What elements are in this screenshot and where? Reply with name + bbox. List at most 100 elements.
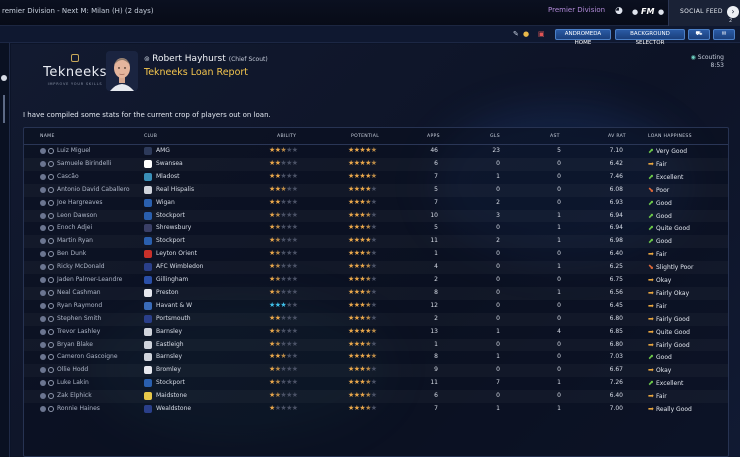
player-name[interactable]: Stephen Smith	[57, 315, 101, 322]
info-icon[interactable]	[48, 354, 54, 361]
table-row[interactable]: Ricky McDonald AFC Wimbledon ★★★★★ ★★★★★ 4 0 1…	[24, 261, 728, 274]
info-icon[interactable]	[48, 302, 54, 309]
col-ast[interactable]: AST	[550, 134, 560, 139]
info-icon[interactable]	[48, 173, 54, 180]
info-icon[interactable]	[48, 186, 54, 193]
info-icon[interactable]	[48, 406, 54, 412]
club-name[interactable]: Barnsley	[156, 328, 182, 335]
club-name[interactable]: Stockport	[156, 237, 185, 244]
info-icon[interactable]	[48, 393, 54, 400]
table-row[interactable]: Ryan Raymond Havant & W ★★★★★ ★★★★★ 12 0 0 6.45…	[24, 300, 728, 313]
club-name[interactable]: Mladost	[156, 173, 179, 180]
player-name[interactable]: Ben Dunk	[57, 250, 86, 257]
info-icon[interactable]: ⊚	[144, 55, 152, 63]
col-avrat[interactable]: AV RAT	[608, 134, 626, 139]
club-name[interactable]: Real Hispalis	[156, 186, 194, 193]
table-row[interactable]: Jaden Palmer-Leandre Gillingham ★★★★★ ★★★★★…	[24, 274, 728, 287]
club-name[interactable]: Leyton Orient	[156, 250, 197, 257]
club-name[interactable]: Stockport	[156, 212, 185, 219]
club-name[interactable]: Barnsley	[156, 353, 182, 360]
club-name[interactable]: AFC Wimbledon	[156, 263, 203, 270]
table-row[interactable]: Samuele Birindelli Swansea ★★★★★ ★★★★★ 6 0 0 6.…	[24, 158, 728, 171]
col-gls[interactable]: GLS	[490, 134, 500, 139]
player-name[interactable]: Jaden Palmer-Leandre	[57, 276, 122, 283]
table-row[interactable]: Ronnie Haines Wealdstone ★★★★★ ★★★★★ 7 1 1 7.00…	[24, 403, 728, 416]
info-icon[interactable]	[48, 251, 54, 258]
club-name[interactable]: Preston	[156, 289, 179, 296]
staff-name[interactable]: ⊚ Robert Hayhurst (Chief Scout)	[144, 54, 268, 64]
col-ability[interactable]: ABILITY	[277, 134, 296, 139]
info-icon[interactable]	[48, 380, 54, 387]
info-icon[interactable]	[48, 148, 54, 154]
club-name[interactable]: Swansea	[156, 160, 183, 167]
table-row[interactable]: Leon Dawson Stockport ★★★★★ ★★★★★ 10 3 1 6.94 ⬈ G…	[24, 210, 728, 223]
club-name[interactable]: Stockport	[156, 379, 185, 386]
player-name[interactable]: Martin Ryan	[57, 237, 93, 244]
club-name[interactable]: AMG	[156, 147, 170, 154]
alert-icon[interactable]: ●	[523, 30, 529, 38]
player-name[interactable]: Trevor Lashley	[57, 328, 100, 335]
player-name[interactable]: Antonio David Caballero	[57, 186, 130, 193]
table-row[interactable]: Bryan Blake Eastleigh ★★★★★ ★★★★★ 1 0 0 6.80 ➡ Fa…	[24, 339, 728, 352]
info-icon[interactable]	[48, 225, 54, 232]
sidebar-toggle-icon[interactable]	[1, 75, 7, 81]
social-feed-button[interactable]: SOCIAL FEED › 2	[668, 0, 740, 26]
player-name[interactable]: Luiz Miguel	[57, 147, 91, 154]
player-name[interactable]: Ollie Hodd	[57, 366, 88, 373]
club-name[interactable]: Wealdstone	[156, 405, 191, 412]
avatar[interactable]	[106, 51, 138, 91]
scrollbar[interactable]	[3, 95, 5, 123]
info-icon[interactable]	[48, 328, 54, 335]
club-name[interactable]: Eastleigh	[156, 341, 184, 348]
info-icon[interactable]	[48, 289, 54, 296]
table-row[interactable]: Neal Cashman Preston ★★★★★ ★★★★★ 8 0 1 6.56 ➡ Fai…	[24, 287, 728, 300]
table-row[interactable]: Antonio David Caballero Real Hispalis ★★★★…	[24, 184, 728, 197]
table-row[interactable]: Martin Ryan Stockport ★★★★★ ★★★★★ 11 2 1 6.98 ⬈ G…	[24, 235, 728, 248]
table-row[interactable]: Zak Elphick Maidstone ★★★★★ ★★★★★ 6 0 0 6.40 ➡ Fa…	[24, 390, 728, 403]
table-row[interactable]: Luiz Miguel AMG ★★★★★ ★★★★★ 46 23 5 7.10 ⬈ Very G…	[24, 145, 728, 158]
player-name[interactable]: Luke Lakin	[57, 379, 89, 386]
scouting-status[interactable]: ◉ Scouting 8:53	[691, 54, 724, 69]
table-row[interactable]: Enoch Adjei Shrewsbury ★★★★★ ★★★★★ 5 0 1 6.94 ⬈ Q…	[24, 222, 728, 235]
info-icon[interactable]	[48, 341, 54, 348]
table-row[interactable]: Ben Dunk Leyton Orient ★★★★★ ★★★★★ 1 0 0 6.40 ➡ F…	[24, 248, 728, 261]
player-name[interactable]: Bryan Blake	[57, 341, 93, 348]
table-row[interactable]: Cascão Mladost ★★★★★ ★★★★★ 7 1 0 7.46 ⬈ Excellent	[24, 171, 728, 184]
table-row[interactable]: Cameron Gascoigne Barnsley ★★★★★ ★★★★★ 8 1 0 7.…	[24, 351, 728, 364]
info-icon[interactable]	[48, 264, 54, 271]
inbox-icon[interactable]: ▣	[538, 30, 545, 38]
club-name[interactable]: Gillingham	[156, 276, 188, 283]
club-name[interactable]: Havant & W	[156, 302, 192, 309]
club-name[interactable]: Wigan	[156, 199, 175, 206]
player-name[interactable]: Ricky McDonald	[57, 263, 105, 270]
table-row[interactable]: Stephen Smith Portsmouth ★★★★★ ★★★★★ 2 0 0 6.80…	[24, 313, 728, 326]
info-icon[interactable]	[48, 277, 54, 283]
club-name[interactable]: Shrewsbury	[156, 224, 191, 231]
info-icon[interactable]	[48, 367, 54, 374]
table-row[interactable]: Luke Lakin Stockport ★★★★★ ★★★★★ 11 7 1 7.26 ⬈ Ex…	[24, 377, 728, 390]
background-selector-button[interactable]: BACKGROUND SELECTOR	[615, 29, 685, 46]
player-name[interactable]: Samuele Birindelli	[57, 160, 111, 167]
car-button[interactable]: ⛟	[688, 29, 710, 40]
club-name[interactable]: Portsmouth	[156, 315, 191, 322]
info-icon[interactable]	[48, 315, 54, 322]
player-name[interactable]: Cascão	[57, 173, 79, 180]
info-icon[interactable]	[48, 212, 54, 219]
club-name[interactable]: Maidstone	[156, 392, 187, 399]
info-icon[interactable]	[48, 238, 54, 245]
mail-button[interactable]: ✉	[713, 29, 735, 40]
table-row[interactable]: Joe Hargreaves Wigan ★★★★★ ★★★★★ 7 2 0 6.93 ⬈ Goo…	[24, 197, 728, 210]
table-row[interactable]: Ollie Hodd Bromley ★★★★★ ★★★★★ 9 0 0 6.67 ➡ Okay	[24, 364, 728, 377]
col-club[interactable]: CLUB	[144, 134, 157, 139]
player-name[interactable]: Ronnie Haines	[57, 405, 100, 412]
player-name[interactable]: Enoch Adjei	[57, 224, 92, 231]
col-name[interactable]: NAME	[40, 134, 55, 139]
pencil-icon[interactable]: ✎	[513, 30, 519, 38]
andromeda-home-button[interactable]: ANDROMEDA HOME	[555, 29, 611, 46]
col-potential[interactable]: POTENTIAL	[351, 134, 379, 139]
club-name[interactable]: Bromley	[156, 366, 181, 373]
globe-icon[interactable]: ◕	[615, 6, 623, 16]
info-icon[interactable]	[48, 199, 54, 206]
player-name[interactable]: Neal Cashman	[57, 289, 101, 296]
player-name[interactable]: Ryan Raymond	[57, 302, 102, 309]
